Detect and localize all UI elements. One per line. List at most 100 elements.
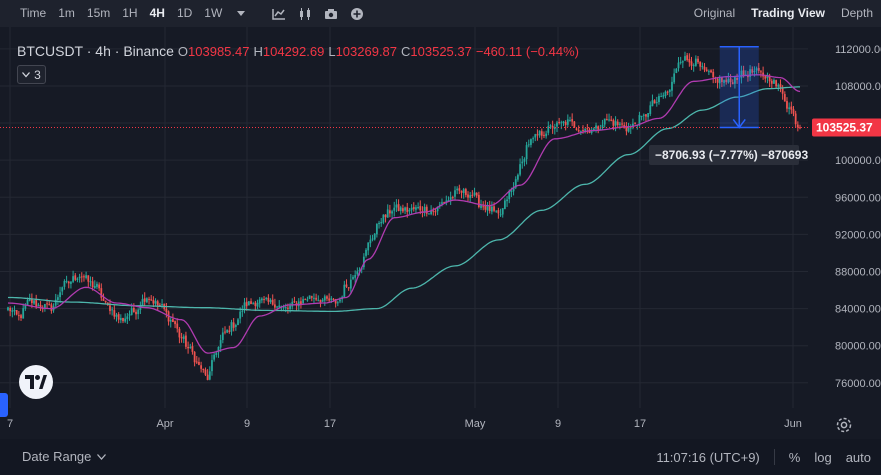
candle-body	[495, 210, 498, 212]
tab-time[interactable]: Time	[14, 0, 52, 27]
measure-label: −8706.93 (−7.77%) −870693	[655, 148, 808, 162]
indicators-toggle[interactable]: 3	[17, 65, 46, 84]
candle-body	[289, 305, 291, 309]
y-tick-label: 76000.00	[835, 378, 881, 390]
view-original[interactable]: Original	[686, 0, 743, 27]
candle-body	[57, 297, 59, 300]
candle-body	[20, 315, 22, 319]
candle-body	[658, 96, 660, 103]
candle-body	[477, 194, 480, 208]
last-price-label: 103525.37	[816, 120, 873, 134]
candle-body	[154, 300, 157, 304]
candle-body	[185, 335, 187, 347]
x-tick-label: 17	[634, 418, 646, 430]
interval-1m[interactable]: 1m	[52, 0, 81, 27]
candle-body	[13, 309, 16, 312]
interval-15m[interactable]: 15m	[81, 0, 116, 27]
candle-body	[7, 307, 9, 311]
candle-body	[219, 340, 222, 348]
view-trading-view[interactable]: Trading View	[743, 0, 833, 27]
interval-1w[interactable]: 1W	[198, 0, 228, 27]
candle-body	[187, 346, 189, 349]
separator	[773, 449, 775, 465]
candle-body	[402, 208, 404, 212]
candle-body	[195, 361, 198, 363]
price-chart[interactable]: −8706.93 (−7.77%) −870693 76000.00 80000.0…	[0, 27, 881, 439]
candle-body	[653, 100, 656, 104]
candle-body	[102, 298, 105, 301]
candle-body	[148, 298, 150, 300]
candle-body	[404, 207, 406, 211]
candle-body	[707, 71, 710, 73]
chevron-down-icon[interactable]	[228, 0, 254, 27]
candle-body	[213, 354, 216, 360]
candle-body	[521, 161, 524, 164]
interval-1h[interactable]: 1H	[116, 0, 143, 27]
candle-body	[562, 121, 565, 123]
candle-body	[603, 118, 606, 125]
candle-body	[610, 119, 613, 121]
candle-body	[365, 249, 367, 256]
interval-1d[interactable]: 1D	[171, 0, 198, 27]
candle-body	[451, 197, 454, 199]
candle-body	[777, 84, 780, 87]
candle-body	[573, 121, 576, 128]
candle-body	[395, 204, 398, 208]
candle-body	[434, 211, 437, 213]
interval-4h[interactable]: 4H	[144, 0, 171, 27]
add-icon[interactable]	[344, 0, 370, 27]
candle-body	[779, 84, 782, 88]
candle-body	[332, 298, 335, 300]
percent-scale-toggle[interactable]: %	[789, 450, 801, 465]
candle-body	[675, 68, 678, 73]
candle-body	[267, 297, 270, 302]
candle-body	[794, 113, 797, 125]
candle-body	[35, 299, 38, 307]
candle-body	[308, 295, 311, 300]
candle-body	[33, 300, 35, 304]
candle-body	[456, 188, 459, 191]
candle-body	[30, 299, 33, 304]
candle-body	[556, 122, 558, 127]
candle-body	[497, 210, 500, 214]
x-tick-label: 9	[244, 418, 250, 430]
x-tick-label: 17	[324, 418, 336, 430]
chart-type-icon[interactable]	[292, 0, 318, 27]
side-panel-toggle[interactable]	[0, 393, 8, 417]
candle-body	[336, 302, 339, 304]
chevron-down-icon	[97, 453, 107, 460]
candle-body	[28, 299, 31, 301]
symbol-label[interactable]: BTCUSDT · 4h · Binance	[17, 43, 174, 59]
indicators-count: 3	[34, 67, 41, 82]
high-label: H	[253, 44, 263, 59]
open-value: 103985.47	[188, 44, 250, 59]
candle-body	[178, 328, 181, 338]
log-scale-toggle[interactable]: log	[814, 450, 831, 465]
camera-icon[interactable]	[318, 0, 344, 27]
candle-body	[399, 207, 402, 211]
candle-body	[276, 306, 278, 308]
high-value: 104292.69	[262, 44, 325, 59]
candle-body	[211, 360, 213, 372]
settings-icon[interactable]	[833, 414, 855, 436]
candle-body	[490, 206, 493, 212]
candle-body	[382, 214, 385, 223]
indicators-icon[interactable]	[266, 0, 292, 27]
candle-body	[263, 299, 265, 301]
candle-body	[50, 304, 53, 311]
tradingview-logo[interactable]	[19, 365, 53, 399]
candle-body	[786, 101, 788, 109]
date-range-button[interactable]: Date Range	[22, 449, 107, 464]
candle-body	[224, 331, 226, 333]
candle-body	[174, 321, 176, 325]
view-depth[interactable]: Depth	[833, 0, 881, 27]
auto-scale-toggle[interactable]: auto	[846, 450, 871, 465]
candle-body	[775, 80, 778, 87]
candle-body	[471, 194, 474, 196]
candle-body	[143, 298, 146, 302]
candle-body	[169, 319, 172, 322]
close-label: C	[401, 44, 411, 59]
candle-body	[560, 122, 563, 124]
chart-area[interactable]: −8706.93 (−7.77%) −870693 76000.00 80000.0…	[0, 27, 881, 439]
candle-body	[651, 100, 654, 107]
